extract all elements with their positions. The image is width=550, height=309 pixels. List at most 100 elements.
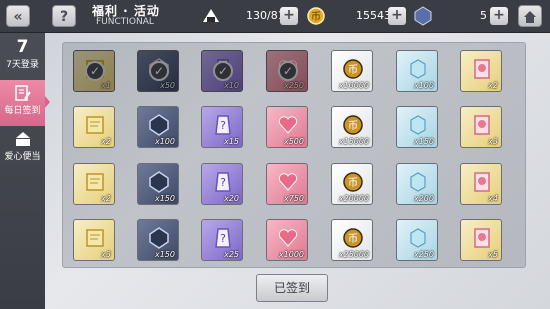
reward-cell[interactable]: x150: [137, 219, 179, 261]
coin-icon: 币: [342, 226, 364, 250]
reward-quantity: x2: [101, 137, 111, 146]
svg-text:币: 币: [348, 177, 358, 189]
svg-text:币: 币: [348, 64, 358, 76]
reward-cell[interactable]: x2: [73, 163, 115, 205]
svg-text:?: ?: [220, 232, 226, 245]
reward-quantity: x200: [413, 194, 434, 203]
reward-quantity: x25000: [338, 250, 369, 259]
add-stamina-button[interactable]: +: [280, 7, 298, 25]
reward-cell[interactable]: x200: [396, 163, 438, 205]
coins-value: 15543: [356, 9, 391, 22]
reward-quantity: x250: [413, 250, 434, 259]
home-button[interactable]: [518, 5, 542, 27]
sidebar-item-bento[interactable]: 爱心便当: [0, 126, 45, 172]
top-bar: « ? 福利 · 活动 FUNCTIONAL 130/81 + 币 15543 …: [0, 0, 550, 33]
reward-quantity: x5: [488, 250, 498, 259]
heart-icon: [277, 226, 299, 250]
signed-in-button[interactable]: 已签到: [256, 274, 328, 302]
reward-cell[interactable]: ? x15: [201, 106, 243, 148]
rice-ball-icon: [202, 8, 220, 24]
reward-quantity: x25: [224, 250, 239, 259]
reward-quantity: x750: [283, 194, 304, 203]
reward-quantity: x3: [101, 250, 111, 259]
ice-cube-icon: [407, 170, 429, 194]
add-coins-button[interactable]: +: [388, 7, 406, 25]
crystal-icon: [148, 113, 170, 137]
reward-quantity: x500: [283, 137, 304, 146]
potion-icon: ?: [212, 226, 234, 250]
card-icon: [471, 170, 493, 194]
reward-quantity: x10000: [338, 81, 369, 90]
coin-icon: 币: [342, 57, 364, 81]
reward-cell[interactable]: x150: [396, 106, 438, 148]
coin-icon: 币: [307, 7, 325, 25]
reward-cell[interactable]: x5: [460, 219, 502, 261]
svg-text:?: ?: [220, 176, 226, 189]
reward-quantity: x1: [101, 81, 111, 90]
card-icon: [471, 113, 493, 137]
ice-cube-icon: [407, 57, 429, 81]
reward-cell[interactable]: x1000: [266, 219, 308, 261]
gems-value: 5: [480, 9, 487, 22]
reward-cell[interactable]: x100: [137, 106, 179, 148]
reward-cell[interactable]: x3: [73, 219, 115, 261]
active-indicator: [45, 96, 50, 108]
checkmark-icon: ✓: [278, 61, 298, 81]
reward-quantity: x3: [488, 137, 498, 146]
reward-quantity: x2: [101, 194, 111, 203]
coin-icon: 币: [342, 113, 364, 137]
ice-cube-icon: [407, 226, 429, 250]
reward-quantity: x1000: [278, 250, 304, 259]
reward-cell[interactable]: x2: [460, 50, 502, 92]
page-subtitle: FUNCTIONAL: [96, 17, 154, 27]
reward-cell[interactable]: ? x20: [201, 163, 243, 205]
reward-cell[interactable]: x500: [266, 106, 308, 148]
add-gems-button[interactable]: +: [490, 7, 508, 25]
ticket-icon: [84, 113, 106, 137]
reward-cell[interactable]: ✓ x250: [266, 50, 308, 92]
reward-cell[interactable]: 币 x25000: [331, 219, 373, 261]
back-button[interactable]: «: [6, 5, 30, 27]
sidebar: 7 7天登录 每日签到 爱心便当: [0, 33, 50, 309]
reward-cell[interactable]: x750: [266, 163, 308, 205]
reward-quantity: x100: [413, 81, 434, 90]
checkmark-icon: ✓: [213, 61, 233, 81]
heart-icon: [277, 170, 299, 194]
sidebar-7-number: 7: [16, 37, 29, 57]
reward-quantity: x150: [413, 137, 434, 146]
reward-cell[interactable]: x100: [396, 50, 438, 92]
reward-cell[interactable]: x150: [137, 163, 179, 205]
reward-cell[interactable]: ?✓x10: [201, 50, 243, 92]
help-button[interactable]: ?: [52, 5, 76, 27]
reward-cell[interactable]: x250: [396, 219, 438, 261]
svg-text:?: ?: [220, 119, 226, 132]
reward-quantity: x20000: [338, 194, 369, 203]
reward-cell[interactable]: x4: [460, 163, 502, 205]
heart-icon: [277, 113, 299, 137]
reward-quantity: x20: [224, 194, 239, 203]
reward-cell[interactable]: ? x25: [201, 219, 243, 261]
reward-quantity: x100: [154, 137, 175, 146]
reward-cell[interactable]: x2: [73, 106, 115, 148]
checkmark-icon: ✓: [85, 61, 105, 81]
reward-cell[interactable]: ✓ x1: [73, 50, 115, 92]
reward-cell[interactable]: 币 x15000: [331, 106, 373, 148]
ice-cube-icon: [407, 113, 429, 137]
coin-icon: 币: [342, 170, 364, 194]
reward-cell[interactable]: 币 x20000: [331, 163, 373, 205]
sidebar-item-label: 7天登录: [6, 60, 39, 70]
reward-quantity: x50: [160, 81, 175, 90]
svg-text:币: 币: [311, 11, 321, 23]
ticket-icon: [84, 226, 106, 250]
card-icon: [471, 226, 493, 250]
sidebar-item-daily-signin[interactable]: 每日签到: [0, 80, 50, 126]
sidebar-item-label: 爱心便当: [4, 152, 41, 162]
sidebar-item-7day-login[interactable]: 7 7天登录: [0, 35, 45, 81]
bento-icon: [14, 130, 32, 148]
reward-cell[interactable]: x3: [460, 106, 502, 148]
gem-icon: [414, 6, 432, 26]
reward-cell[interactable]: 币 x10000: [331, 50, 373, 92]
reward-quantity: x10: [224, 81, 239, 90]
reward-cell[interactable]: ✓ x50: [137, 50, 179, 92]
reward-quantity: x15000: [338, 137, 369, 146]
